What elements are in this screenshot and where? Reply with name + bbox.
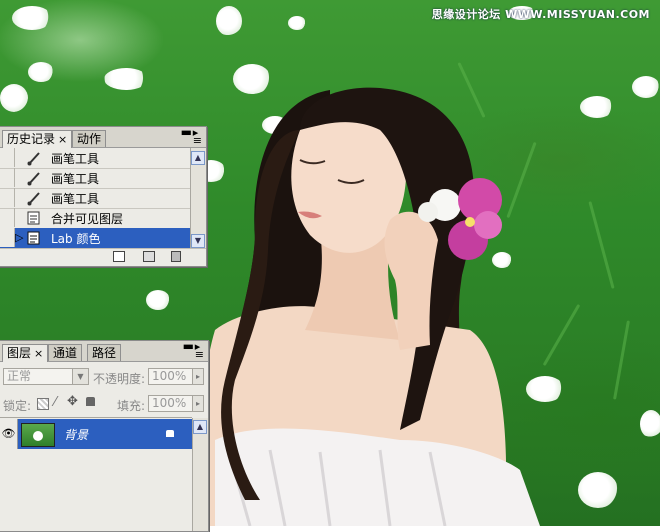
tab-actions[interactable]: 动作: [72, 130, 107, 147]
layers-panel: 图层 × 通道 路径 ▬ ▸ ≡ 正常 ▼ 不透明度: 100% ▸ 锁定: ⁄ ✥…: [0, 339, 209, 532]
chevron-right-icon: ▸: [192, 369, 203, 384]
lock-icon: [166, 430, 174, 437]
history-snapshot-checkbox[interactable]: [0, 188, 15, 207]
brush-icon: [27, 192, 40, 206]
tab-paths-label: 路径: [92, 346, 117, 360]
history-item-label: 画笔工具: [51, 152, 100, 166]
chevron-right-icon: ▸: [192, 396, 203, 411]
minimize-icon[interactable]: ▬: [183, 339, 194, 353]
history-snapshot-checkbox[interactable]: [0, 148, 15, 167]
history-item[interactable]: 画笔工具: [0, 168, 190, 189]
lock-paint-brush-icon[interactable]: ⁄: [54, 395, 56, 410]
history-item-label: 画笔工具: [51, 192, 100, 206]
tab-paths[interactable]: 路径: [87, 344, 122, 361]
layer-thumbnail: [21, 423, 55, 447]
watermark-text: 思缘设计论坛 WWW.MISSYUAN.COM: [431, 8, 650, 21]
history-scrollbar[interactable]: ▲ ▼: [190, 148, 206, 248]
history-item[interactable]: 合并可见图层: [0, 208, 190, 229]
tab-history[interactable]: 历史记录 ×: [2, 130, 73, 148]
lock-move-icon[interactable]: ✥: [67, 394, 78, 409]
tab-actions-label: 动作: [77, 132, 102, 146]
scroll-down-icon[interactable]: ▼: [191, 234, 205, 248]
history-item-label: 合并可见图层: [51, 212, 124, 226]
layers-scrollbar[interactable]: ▲: [192, 418, 208, 531]
history-item-selected[interactable]: ▷ Lab 颜色: [0, 228, 190, 248]
history-state-icon: [27, 231, 40, 245]
history-item-label: Lab 颜色: [51, 232, 101, 246]
opacity-input[interactable]: 100% ▸: [148, 368, 204, 385]
panel-menu-icon[interactable]: ▸ ≡: [195, 341, 204, 360]
scroll-up-icon[interactable]: ▲: [191, 151, 205, 165]
history-state-marker-icon: ▷: [15, 231, 24, 244]
tab-layers[interactable]: 图层 ×: [2, 344, 49, 362]
history-panel-tabbar: 历史记录 × 动作 ▬ ▸ ≡: [0, 125, 206, 148]
blend-mode-select[interactable]: 正常 ▼: [3, 368, 89, 385]
fill-value: 100%: [152, 396, 187, 410]
close-tab-icon[interactable]: ×: [34, 347, 43, 360]
history-panel: 历史记录 × 动作 ▬ ▸ ≡ 画笔工具 画笔工具 画笔工具 合并可见图层 ▷ …: [0, 125, 207, 267]
layers-list: 👁 背景: [0, 417, 192, 532]
tab-channels-label: 通道: [53, 346, 78, 360]
history-list: 画笔工具 画笔工具 画笔工具 合并可见图层 ▷ Lab 颜色: [0, 148, 190, 248]
history-item-label: 画笔工具: [51, 172, 100, 186]
lock-all-icon[interactable]: [86, 397, 95, 406]
history-snapshot-checkbox[interactable]: [0, 168, 15, 187]
lock-transparent-icon[interactable]: [37, 398, 49, 410]
blend-mode-value: 正常: [7, 369, 32, 383]
layer-row[interactable]: 👁 背景: [0, 419, 192, 449]
history-snapshot-checkbox[interactable]: ▷: [0, 228, 23, 247]
brush-icon: [27, 152, 40, 166]
trash-icon[interactable]: [171, 251, 181, 262]
eye-icon[interactable]: 👁: [0, 419, 18, 449]
fill-input[interactable]: 100% ▸: [148, 395, 204, 412]
history-item[interactable]: 画笔工具: [0, 148, 190, 169]
minimize-icon[interactable]: ▬: [181, 125, 192, 139]
tab-channels[interactable]: 通道: [48, 344, 83, 361]
close-tab-icon[interactable]: ×: [58, 133, 67, 146]
new-document-from-state-icon[interactable]: [113, 251, 125, 262]
brush-icon: [27, 172, 40, 186]
layer-name[interactable]: 背景: [64, 426, 88, 443]
layers-panel-tabbar: 图层 × 通道 路径 ▬ ▸ ≡: [0, 339, 208, 362]
history-item[interactable]: 画笔工具: [0, 188, 190, 209]
fill-label: 填充:: [117, 399, 146, 413]
scroll-up-icon[interactable]: ▲: [193, 420, 207, 434]
opacity-value: 100%: [152, 369, 187, 383]
opacity-label: 不透明度:: [93, 372, 146, 386]
chevron-down-icon: ▼: [72, 369, 88, 384]
tab-history-label: 历史记录: [7, 132, 56, 146]
panel-menu-icon[interactable]: ▸ ≡: [193, 127, 202, 146]
tab-layers-label: 图层: [7, 346, 32, 360]
history-snapshot-checkbox[interactable]: [0, 208, 15, 227]
history-state-icon: [27, 211, 40, 225]
snapshot-camera-icon[interactable]: [143, 251, 155, 262]
lock-label: 锁定:: [3, 399, 32, 413]
history-footer: [0, 248, 206, 265]
